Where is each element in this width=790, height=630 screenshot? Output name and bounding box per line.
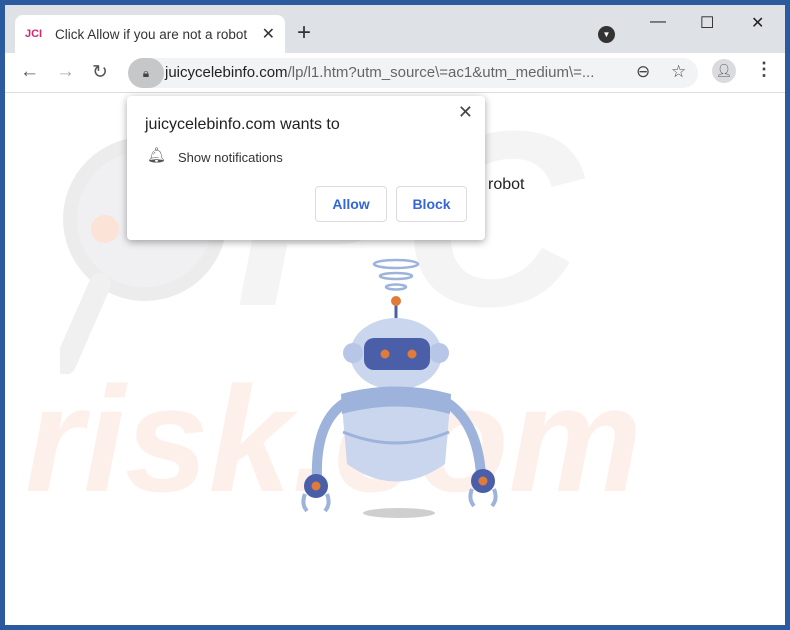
tab-active[interactable]: JCI Click Allow if you are not a robot ✕ [15,15,285,53]
allow-button[interactable]: Allow [315,186,387,222]
reload-button[interactable]: ↻ [92,61,108,84]
popup-title: juicycelebinfo.com wants to [145,116,340,133]
notification-permission-popup: juicycelebinfo.com wants to ✕ 🔔︎ Show no… [127,96,485,240]
bell-icon: 🔔︎ [147,147,167,164]
tab-close-icon[interactable]: ✕ [262,24,275,44]
close-window-button[interactable]: ✕ [751,13,764,33]
maximize-button[interactable]: ☐ [700,13,714,33]
minimize-button[interactable]: — [650,13,666,31]
popup-close-icon[interactable]: ✕ [458,102,473,123]
tab-title: Click Allow if you are not a robot [55,26,248,42]
favicon-icon: JCI [25,28,43,40]
browser-window: JCI Click Allow if you are not a robot ✕… [5,5,785,625]
back-button[interactable]: ← [20,61,39,83]
profile-avatar-icon[interactable]: 👤︎ [712,59,736,83]
page-heading: robot [488,176,525,193]
lock-icon[interactable]: 🔒︎ [128,58,164,88]
block-button[interactable]: Block [396,186,467,222]
menu-button[interactable]: ⋮ [755,59,773,80]
bookmark-star-icon[interactable]: ☆ [671,62,686,82]
profile-dropdown-icon[interactable]: ▼ [598,26,615,43]
new-tab-button[interactable]: + [297,19,311,47]
tab-bar: JCI Click Allow if you are not a robot ✕… [5,5,785,53]
zoom-icon[interactable]: ⊖ [636,62,650,82]
forward-button[interactable]: → [56,61,75,83]
robot-illustration [301,258,498,518]
permission-label: Show notifications [178,150,283,165]
page-content: PC risk.com robot juicycelebinfo.com wan… [5,94,785,625]
